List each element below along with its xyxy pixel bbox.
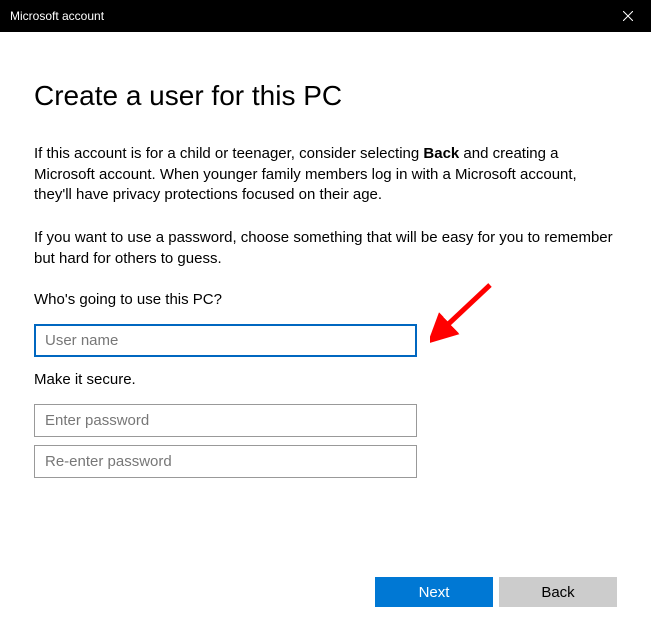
titlebar: Microsoft account: [0, 0, 651, 32]
intro-paragraph-2: If you want to use a password, choose so…: [34, 228, 617, 269]
dialog-content: Create a user for this PC If this accoun…: [0, 32, 651, 478]
close-icon: [623, 11, 633, 21]
username-input[interactable]: [34, 324, 417, 357]
titlebar-title: Microsoft account: [10, 9, 104, 23]
page-title: Create a user for this PC: [34, 80, 617, 112]
reenter-password-input[interactable]: [34, 445, 417, 478]
back-button[interactable]: Back: [499, 577, 617, 607]
intro-paragraph-1: If this account is for a child or teenag…: [34, 144, 617, 206]
secure-label: Make it secure.: [34, 371, 617, 388]
para1-bold: Back: [423, 145, 459, 162]
who-label: Who's going to use this PC?: [34, 291, 617, 308]
password-group: [34, 404, 617, 478]
next-button[interactable]: Next: [375, 577, 493, 607]
close-button[interactable]: [605, 0, 651, 32]
footer-buttons: Next Back: [375, 577, 617, 607]
password-input[interactable]: [34, 404, 417, 437]
para1-a: If this account is for a child or teenag…: [34, 145, 423, 162]
